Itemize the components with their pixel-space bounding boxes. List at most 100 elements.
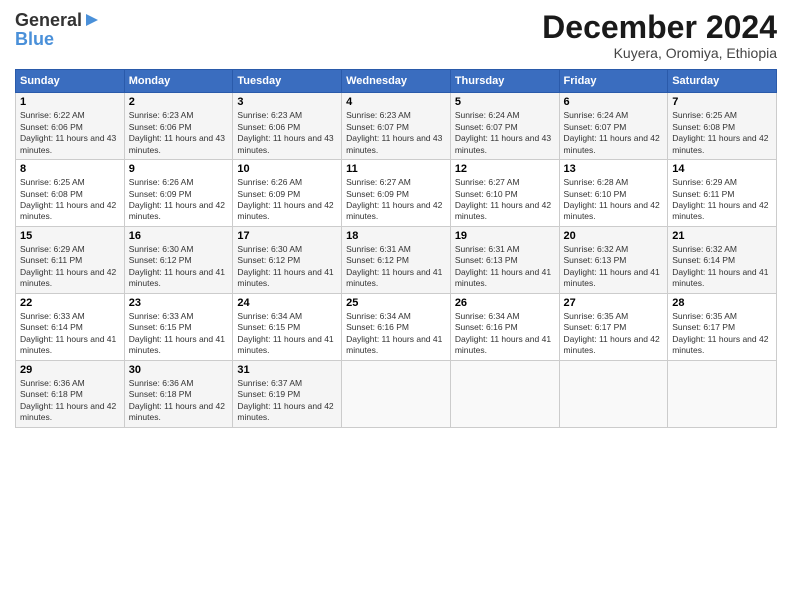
table-row: 31 Sunrise: 6:37 AM Sunset: 6:19 PM Dayli… [233,360,342,427]
day-detail: Sunrise: 6:25 AM Sunset: 6:08 PM Dayligh… [672,110,772,156]
table-row: 16 Sunrise: 6:30 AM Sunset: 6:12 PM Dayli… [124,226,233,293]
header: General Blue December 2024 Kuyera, Oromi… [15,10,777,61]
table-row: 20 Sunrise: 6:32 AM Sunset: 6:13 PM Dayli… [559,226,668,293]
day-number: 19 [455,230,555,242]
day-number: 17 [237,230,337,242]
day-number: 27 [564,297,664,309]
table-row [450,360,559,427]
col-thursday: Thursday [450,70,559,93]
table-row: 6Sunrise: 6:24 AM Sunset: 6:07 PM Daylig… [559,93,668,160]
calendar-week-row: 8 Sunrise: 6:25 AM Sunset: 6:08 PM Daylig… [16,160,777,227]
day-number: 16 [129,230,229,242]
day-detail: Sunrise: 6:36 AM Sunset: 6:18 PM Dayligh… [129,378,229,424]
day-detail: Sunrise: 6:31 AM Sunset: 6:13 PM Dayligh… [455,244,555,290]
day-number: 7 [672,96,772,108]
day-detail: Sunrise: 6:23 AM Sunset: 6:06 PM Dayligh… [237,110,337,156]
day-number: 4 [346,96,446,108]
day-detail: Sunrise: 6:24 AM Sunset: 6:07 PM Dayligh… [564,110,664,156]
table-row: 23 Sunrise: 6:33 AM Sunset: 6:15 PM Dayli… [124,293,233,360]
table-row: 7 Sunrise: 6:25 AM Sunset: 6:08 PM Daylig… [668,93,777,160]
day-detail: Sunrise: 6:23 AM Sunset: 6:07 PM Dayligh… [346,110,446,156]
month-title: December 2024 [542,10,777,45]
table-row: 21 Sunrise: 6:32 AM Sunset: 6:14 PM Dayli… [668,226,777,293]
table-row: 30Sunrise: 6:36 AM Sunset: 6:18 PM Dayli… [124,360,233,427]
day-detail: Sunrise: 6:27 AM Sunset: 6:09 PM Dayligh… [346,177,446,223]
day-number: 25 [346,297,446,309]
col-wednesday: Wednesday [342,70,451,93]
calendar-table: Sunday Monday Tuesday Wednesday Thursday… [15,69,777,427]
col-monday: Monday [124,70,233,93]
col-friday: Friday [559,70,668,93]
table-row: 15 Sunrise: 6:29 AM Sunset: 6:11 PM Dayli… [16,226,125,293]
day-number: 13 [564,163,664,175]
calendar-week-row: 29 Sunrise: 6:36 AM Sunset: 6:18 PM Dayli… [16,360,777,427]
table-row: 17 Sunrise: 6:30 AM Sunset: 6:12 PM Dayli… [233,226,342,293]
day-number: 24 [237,297,337,309]
table-row: 10 Sunrise: 6:26 AM Sunset: 6:09 PM Dayli… [233,160,342,227]
table-row: 28 Sunrise: 6:35 AM Sunset: 6:17 PM Dayli… [668,293,777,360]
day-detail: Sunrise: 6:24 AM Sunset: 6:07 PM Dayligh… [455,110,555,156]
day-detail: Sunrise: 6:33 AM Sunset: 6:15 PM Dayligh… [129,311,229,357]
table-row: 18Sunrise: 6:31 AM Sunset: 6:12 PM Dayli… [342,226,451,293]
day-detail: Sunrise: 6:35 AM Sunset: 6:17 PM Dayligh… [564,311,664,357]
day-number: 2 [129,96,229,108]
day-number: 22 [20,297,120,309]
day-number: 8 [20,163,120,175]
day-number: 1 [20,96,120,108]
day-number: 23 [129,297,229,309]
col-saturday: Saturday [668,70,777,93]
logo-general: General [15,10,82,31]
table-row: 26 Sunrise: 6:34 AM Sunset: 6:16 PM Dayli… [450,293,559,360]
day-detail: Sunrise: 6:32 AM Sunset: 6:13 PM Dayligh… [564,244,664,290]
day-number: 12 [455,163,555,175]
table-row [559,360,668,427]
table-row [668,360,777,427]
day-number: 14 [672,163,772,175]
calendar-week-row: 15 Sunrise: 6:29 AM Sunset: 6:11 PM Dayli… [16,226,777,293]
day-detail: Sunrise: 6:27 AM Sunset: 6:10 PM Dayligh… [455,177,555,223]
day-number: 31 [237,364,337,376]
day-number: 10 [237,163,337,175]
location-subtitle: Kuyera, Oromiya, Ethiopia [542,45,777,61]
title-area: December 2024 Kuyera, Oromiya, Ethiopia [542,10,777,61]
day-detail: Sunrise: 6:36 AM Sunset: 6:18 PM Dayligh… [20,378,120,424]
calendar-week-row: 22 Sunrise: 6:33 AM Sunset: 6:14 PM Dayli… [16,293,777,360]
calendar-week-row: 1 Sunrise: 6:22 AM Sunset: 6:06 PM Daylig… [16,93,777,160]
day-detail: Sunrise: 6:35 AM Sunset: 6:17 PM Dayligh… [672,311,772,357]
table-row: 29 Sunrise: 6:36 AM Sunset: 6:18 PM Dayli… [16,360,125,427]
table-row: 4 Sunrise: 6:23 AM Sunset: 6:07 PM Daylig… [342,93,451,160]
calendar-header-row: Sunday Monday Tuesday Wednesday Thursday… [16,70,777,93]
day-detail: Sunrise: 6:22 AM Sunset: 6:06 PM Dayligh… [20,110,120,156]
day-number: 5 [455,96,555,108]
table-row: 8 Sunrise: 6:25 AM Sunset: 6:08 PM Daylig… [16,160,125,227]
col-sunday: Sunday [16,70,125,93]
col-tuesday: Tuesday [233,70,342,93]
day-detail: Sunrise: 6:37 AM Sunset: 6:19 PM Dayligh… [237,378,337,424]
table-row: 19 Sunrise: 6:31 AM Sunset: 6:13 PM Dayli… [450,226,559,293]
day-number: 20 [564,230,664,242]
day-number: 21 [672,230,772,242]
day-detail: Sunrise: 6:26 AM Sunset: 6:09 PM Dayligh… [237,177,337,223]
table-row: 24Sunrise: 6:34 AM Sunset: 6:15 PM Dayli… [233,293,342,360]
day-detail: Sunrise: 6:31 AM Sunset: 6:12 PM Dayligh… [346,244,446,290]
table-row: 13Sunrise: 6:28 AM Sunset: 6:10 PM Dayli… [559,160,668,227]
day-number: 26 [455,297,555,309]
day-detail: Sunrise: 6:29 AM Sunset: 6:11 PM Dayligh… [20,244,120,290]
table-row: 12 Sunrise: 6:27 AM Sunset: 6:10 PM Dayli… [450,160,559,227]
day-number: 29 [20,364,120,376]
table-row: 14Sunrise: 6:29 AM Sunset: 6:11 PM Dayli… [668,160,777,227]
day-detail: Sunrise: 6:34 AM Sunset: 6:16 PM Dayligh… [455,311,555,357]
day-detail: Sunrise: 6:33 AM Sunset: 6:14 PM Dayligh… [20,311,120,357]
page: General Blue December 2024 Kuyera, Oromi… [0,0,792,612]
day-detail: Sunrise: 6:26 AM Sunset: 6:09 PM Dayligh… [129,177,229,223]
day-number: 3 [237,96,337,108]
day-detail: Sunrise: 6:30 AM Sunset: 6:12 PM Dayligh… [237,244,337,290]
day-number: 28 [672,297,772,309]
logo: General Blue [15,10,100,50]
day-detail: Sunrise: 6:30 AM Sunset: 6:12 PM Dayligh… [129,244,229,290]
day-detail: Sunrise: 6:32 AM Sunset: 6:14 PM Dayligh… [672,244,772,290]
table-row [342,360,451,427]
day-detail: Sunrise: 6:25 AM Sunset: 6:08 PM Dayligh… [20,177,120,223]
day-number: 15 [20,230,120,242]
table-row: 25Sunrise: 6:34 AM Sunset: 6:16 PM Dayli… [342,293,451,360]
